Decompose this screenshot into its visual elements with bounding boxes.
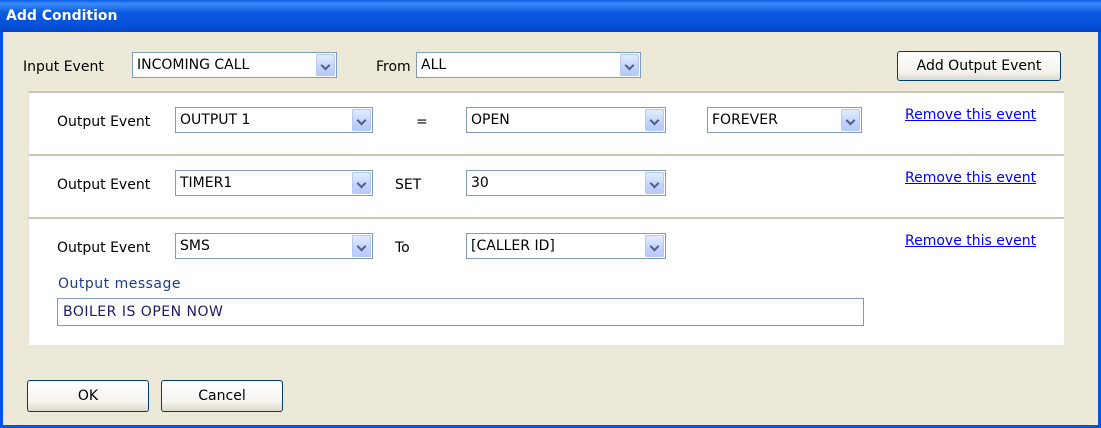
- chevron-down-icon[interactable]: [352, 235, 371, 257]
- input-event-label: Input Event: [23, 59, 104, 75]
- operator-label: SET: [395, 177, 422, 193]
- output-event-label: Output Event: [57, 240, 151, 256]
- output-event-select[interactable]: OUTPUT 1: [175, 107, 373, 133]
- chevron-down-icon[interactable]: [316, 54, 335, 76]
- output-event-value: TIMER1: [180, 175, 233, 191]
- cancel-button[interactable]: Cancel: [161, 380, 283, 412]
- timer-value: 30: [471, 175, 489, 191]
- output-event-panel-3: Output Event SMS To [CALLER ID] Remove t…: [28, 217, 1064, 345]
- duration-value: FOREVER: [712, 112, 778, 128]
- output-state-value: OPEN: [471, 112, 510, 128]
- add-output-event-button[interactable]: Add Output Event: [897, 51, 1061, 81]
- output-state-select[interactable]: OPEN: [466, 107, 666, 133]
- chevron-down-icon[interactable]: [841, 109, 860, 131]
- from-label: From: [376, 59, 411, 75]
- output-event-label: Output Event: [57, 177, 151, 193]
- output-message-field[interactable]: [57, 298, 864, 326]
- ok-button[interactable]: OK: [27, 380, 149, 412]
- output-event-value: SMS: [180, 238, 210, 254]
- chevron-down-icon[interactable]: [620, 54, 639, 76]
- chevron-down-icon[interactable]: [352, 172, 371, 194]
- output-message-input[interactable]: [58, 299, 863, 325]
- operator-label: =: [416, 114, 428, 130]
- output-event-value: OUTPUT 1: [180, 112, 251, 128]
- input-event-value: INCOMING CALL: [137, 57, 250, 73]
- output-event-select[interactable]: TIMER1: [175, 170, 373, 196]
- chevron-down-icon[interactable]: [645, 109, 664, 131]
- remove-event-link[interactable]: Remove this event: [905, 169, 1036, 187]
- chevron-down-icon[interactable]: [645, 235, 664, 257]
- recipient-value: [CALLER ID]: [471, 238, 555, 254]
- output-event-label: Output Event: [57, 114, 151, 130]
- from-value: ALL: [421, 57, 447, 73]
- output-event-panel-1: Output Event OUTPUT 1 = OPEN FOREVER Rem…: [28, 91, 1064, 154]
- dialog-title: Add Condition: [0, 0, 1101, 32]
- chevron-down-icon[interactable]: [645, 172, 664, 194]
- recipient-select[interactable]: [CALLER ID]: [466, 233, 666, 259]
- chevron-down-icon[interactable]: [352, 109, 371, 131]
- remove-event-link[interactable]: Remove this event: [905, 106, 1036, 124]
- operator-label: To: [395, 240, 410, 256]
- output-event-panel-2: Output Event TIMER1 SET 30 Remove this e…: [28, 154, 1064, 217]
- remove-event-link[interactable]: Remove this event: [905, 232, 1036, 250]
- add-condition-dialog: Add Condition Input Event INCOMING CALL …: [0, 0, 1101, 428]
- duration-select[interactable]: FOREVER: [707, 107, 862, 133]
- output-event-select[interactable]: SMS: [175, 233, 373, 259]
- from-select[interactable]: ALL: [416, 52, 641, 78]
- input-event-select[interactable]: INCOMING CALL: [132, 52, 337, 78]
- output-message-label: Output message: [58, 276, 181, 292]
- timer-value-select[interactable]: 30: [466, 170, 666, 196]
